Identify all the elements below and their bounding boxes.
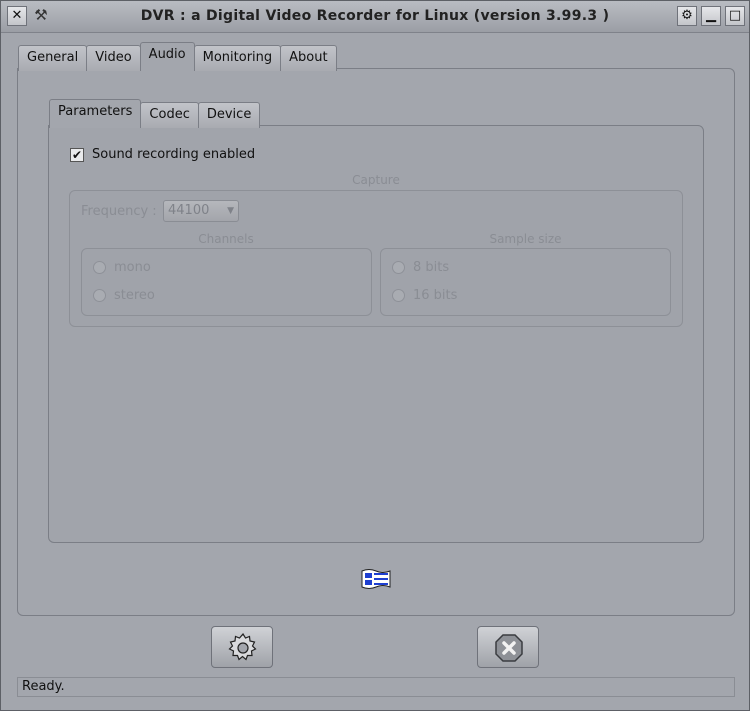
main-window: ✕ ⚒ DVR : a Digital Video Recorder for L…: [0, 0, 750, 711]
sample-size-title: Sample size: [489, 232, 562, 246]
window-title: DVR : a Digital Video Recorder for Linux…: [140, 8, 610, 24]
radio-mono[interactable]: mono: [93, 260, 151, 275]
gear-icon: [228, 632, 257, 661]
title-bar: ✕ ⚒ DVR : a Digital Video Recorder for L…: [1, 1, 749, 33]
sound-recording-row[interactable]: ✔ Sound recording enabled: [70, 147, 255, 162]
sample-size-group: [380, 248, 671, 316]
inner-tab-panel: [48, 125, 704, 543]
chevron-down-icon: ▼: [227, 206, 234, 216]
channels-title: Channels: [198, 232, 254, 246]
tab-general[interactable]: General: [18, 45, 88, 71]
inner-tab-bar: Parameters Codec Device: [49, 99, 261, 128]
radio-16-bits-label: 16 bits: [413, 288, 458, 303]
capture-title: Capture: [352, 173, 400, 187]
radio-stereo-label: stereo: [114, 288, 155, 303]
ok-button[interactable]: [211, 626, 273, 668]
maximize-icon[interactable]: □: [725, 6, 745, 26]
frequency-select[interactable]: 44100 ▼: [163, 200, 239, 222]
cancel-icon: [495, 634, 523, 662]
radio-16-bits[interactable]: 16 bits: [392, 288, 457, 303]
tab-audio[interactable]: Audio: [139, 42, 195, 71]
radio-8-bits[interactable]: 8 bits: [392, 260, 449, 275]
status-text: Ready.: [22, 679, 65, 694]
sound-recording-checkbox[interactable]: ✔: [70, 147, 84, 162]
status-bar: Ready.: [17, 677, 735, 697]
cancel-button[interactable]: [477, 626, 539, 668]
channels-group: [81, 248, 372, 316]
radio-mono-label: mono: [114, 260, 151, 275]
radio-button[interactable]: [392, 289, 405, 302]
frequency-value: 44100: [168, 203, 210, 218]
audio-flag-icon: [361, 569, 391, 589]
minimize-icon[interactable]: ▁: [701, 6, 721, 26]
tab-parameters[interactable]: Parameters: [49, 99, 142, 128]
outer-tab-bar: General Video Audio Monitoring About: [18, 42, 337, 71]
tab-video[interactable]: Video: [86, 45, 141, 71]
tab-device[interactable]: Device: [197, 102, 261, 128]
tab-about[interactable]: About: [280, 45, 337, 71]
tab-codec[interactable]: Codec: [140, 102, 199, 128]
sound-recording-label: Sound recording enabled: [92, 147, 256, 162]
radio-stereo[interactable]: stereo: [93, 288, 155, 303]
settings-icon[interactable]: ⚙: [677, 6, 697, 26]
frequency-label: Frequency :: [81, 204, 157, 219]
radio-button[interactable]: [392, 261, 405, 274]
tab-monitoring[interactable]: Monitoring: [193, 45, 282, 71]
radio-button[interactable]: [93, 261, 106, 274]
radio-8-bits-label: 8 bits: [413, 260, 450, 275]
radio-button[interactable]: [93, 289, 106, 302]
